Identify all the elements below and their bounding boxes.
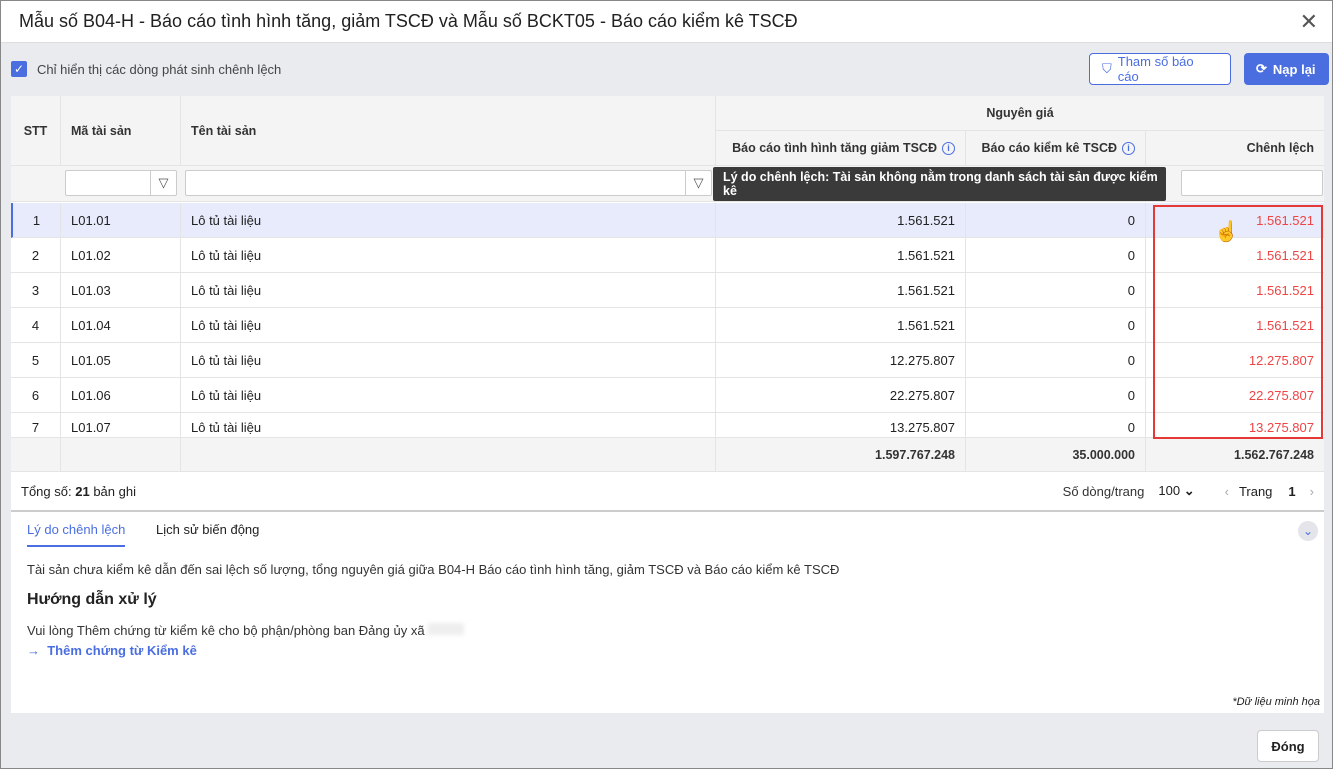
page-number[interactable]: 1 xyxy=(1288,484,1295,499)
cell-stt[interactable]: 6 xyxy=(11,378,61,413)
cell-stt[interactable]: 1 xyxy=(11,203,61,238)
cell-report[interactable]: 12.275.807 xyxy=(716,343,966,378)
total-name xyxy=(181,438,716,472)
total-stt xyxy=(11,438,61,472)
illustration-note: *Dữ liệu minh họa xyxy=(1232,696,1320,708)
filter-icon: ⛉ xyxy=(1102,61,1112,76)
cell-code[interactable]: L01.01 xyxy=(61,203,181,238)
detail-panel: Lý do chênh lệch Lịch sử biến động ⌄ Tài… xyxy=(11,514,1324,713)
data-grid: STT Mã tài sản Tên tài sản Nguyên giá Bá… xyxy=(11,96,1324,514)
diff-filter-input[interactable] xyxy=(1181,170,1323,196)
guide-title: Hướng dẫn xử lý xyxy=(27,591,157,608)
cell-inventory[interactable]: 0 xyxy=(966,378,1146,413)
total-inventory: 35.000.000 xyxy=(966,438,1146,472)
show-diff-label[interactable]: Chỉ hiển thị các dòng phát sinh chênh lệ… xyxy=(37,62,281,77)
total-diff: 1.562.767.248 xyxy=(1146,438,1324,472)
reload-button[interactable]: ⟳ Nạp lại xyxy=(1244,53,1329,85)
cell-inventory[interactable]: 0 xyxy=(966,273,1146,308)
title-bar: Mẫu số B04-H - Báo cáo tình hình tăng, g… xyxy=(1,1,1332,43)
header-name: Tên tài sản xyxy=(181,96,716,166)
header-code: Mã tài sản xyxy=(61,96,181,166)
info-icon[interactable]: i xyxy=(942,141,955,155)
page-size-select[interactable]: 100 ⌄ xyxy=(1158,483,1194,499)
report-params-button[interactable]: ⛉ Tham số báo cáo xyxy=(1089,53,1231,85)
arrow-right-icon: → xyxy=(27,643,40,658)
grid-footer: Tổng số: 21 bản ghi Số dòng/trang 100 ⌄ … xyxy=(11,472,1324,512)
header-inventory: Báo cáo kiểm kê TSCĐ i xyxy=(966,131,1146,166)
total-report: 1.597.767.248 xyxy=(716,438,966,472)
cell-stt[interactable]: 7 xyxy=(11,413,61,438)
info-icon[interactable]: i xyxy=(1122,141,1135,155)
cell-stt[interactable]: 5 xyxy=(11,343,61,378)
redacted-name xyxy=(427,623,464,635)
cell-report[interactable]: 22.275.807 xyxy=(716,378,966,413)
cell-inventory[interactable]: 0 xyxy=(966,413,1146,438)
guide-text: Vui lòng Thêm chứng từ kiểm kê cho bộ ph… xyxy=(27,623,464,638)
page-size-label: Số dòng/trang xyxy=(1062,483,1145,499)
filter-icon[interactable]: ▽ xyxy=(685,170,711,196)
cell-code[interactable]: L01.06 xyxy=(61,378,181,413)
hand-cursor-icon: ☝ xyxy=(1214,221,1239,243)
cell-name[interactable]: Lô tủ tài liệu xyxy=(181,203,716,238)
total-count: 21 xyxy=(75,483,90,499)
cell-code[interactable]: L01.04 xyxy=(61,308,181,343)
close-icon[interactable]: ✕ xyxy=(1300,9,1318,35)
prev-page-icon[interactable]: ‹ xyxy=(1225,484,1229,499)
close-button[interactable]: Đóng xyxy=(1257,730,1319,762)
cell-code[interactable]: L01.07 xyxy=(61,413,181,438)
cell-name[interactable]: Lô tủ tài liệu xyxy=(181,378,716,413)
header-stt: STT xyxy=(11,96,61,166)
cell-name[interactable]: Lô tủ tài liệu xyxy=(181,308,716,343)
cell-inventory[interactable]: 0 xyxy=(966,203,1146,238)
cell-code[interactable]: L01.05 xyxy=(61,343,181,378)
cell-report[interactable]: 1.561.521 xyxy=(716,238,966,273)
page-label: Trang xyxy=(1238,483,1273,499)
header-diff: Chênh lệch xyxy=(1146,131,1324,166)
cell-report[interactable]: 1.561.521 xyxy=(716,203,966,238)
cell-name[interactable]: Lô tủ tài liệu xyxy=(181,273,716,308)
cell-stt[interactable]: 3 xyxy=(11,273,61,308)
cell-name[interactable]: Lô tủ tài liệu xyxy=(181,343,716,378)
total-label: Tổng số: xyxy=(21,483,72,499)
total-code xyxy=(61,438,181,472)
cell-inventory[interactable]: 0 xyxy=(966,238,1146,273)
header-group-original-price: Nguyên giá xyxy=(716,96,1324,131)
cell-name[interactable]: Lô tủ tài liệu xyxy=(181,413,716,438)
header-report: Báo cáo tình hình tăng giảm TSCĐ i xyxy=(716,131,966,166)
reason-text: Tài sản chưa kiểm kê dẫn đến sai lệch số… xyxy=(27,562,840,577)
name-filter-input[interactable]: ▽ xyxy=(185,170,712,196)
cell-report[interactable]: 13.275.807 xyxy=(716,413,966,438)
cell-report[interactable]: 1.561.521 xyxy=(716,273,966,308)
collapse-chevron-icon[interactable]: ⌄ xyxy=(1298,521,1318,541)
refresh-icon: ⟳ xyxy=(1256,61,1267,76)
chevron-down-icon: ⌄ xyxy=(1183,483,1195,498)
add-inventory-link[interactable]: → Thêm chứng từ Kiểm kê xyxy=(27,643,197,658)
code-filter-input[interactable]: ▽ xyxy=(65,170,177,196)
next-page-icon[interactable]: › xyxy=(1310,484,1314,499)
cell-name[interactable]: Lô tủ tài liệu xyxy=(181,238,716,273)
dialog-title: Mẫu số B04-H - Báo cáo tình hình tăng, g… xyxy=(19,11,798,31)
toolbar: ✓ Chỉ hiển thị các dòng phát sinh chênh … xyxy=(11,53,1329,85)
report-dialog: Mẫu số B04-H - Báo cáo tình hình tăng, g… xyxy=(0,0,1333,769)
dialog-footer: Đóng xyxy=(1,713,1332,770)
cell-inventory[interactable]: 0 xyxy=(966,343,1146,378)
tab-diff-reason[interactable]: Lý do chênh lệch xyxy=(27,522,126,547)
diff-reason-tooltip: Lý do chênh lệch: Tài sản không nằm tron… xyxy=(713,167,1166,201)
cell-stt[interactable]: 4 xyxy=(11,308,61,343)
cell-code[interactable]: L01.03 xyxy=(61,273,181,308)
show-diff-checkbox[interactable]: ✓ xyxy=(11,61,27,77)
tab-history[interactable]: Lịch sử biến động xyxy=(156,522,259,545)
cell-inventory[interactable]: 0 xyxy=(966,308,1146,343)
cell-code[interactable]: L01.02 xyxy=(61,238,181,273)
filter-icon[interactable]: ▽ xyxy=(150,170,176,196)
cell-stt[interactable]: 2 xyxy=(11,238,61,273)
cell-report[interactable]: 1.561.521 xyxy=(716,308,966,343)
